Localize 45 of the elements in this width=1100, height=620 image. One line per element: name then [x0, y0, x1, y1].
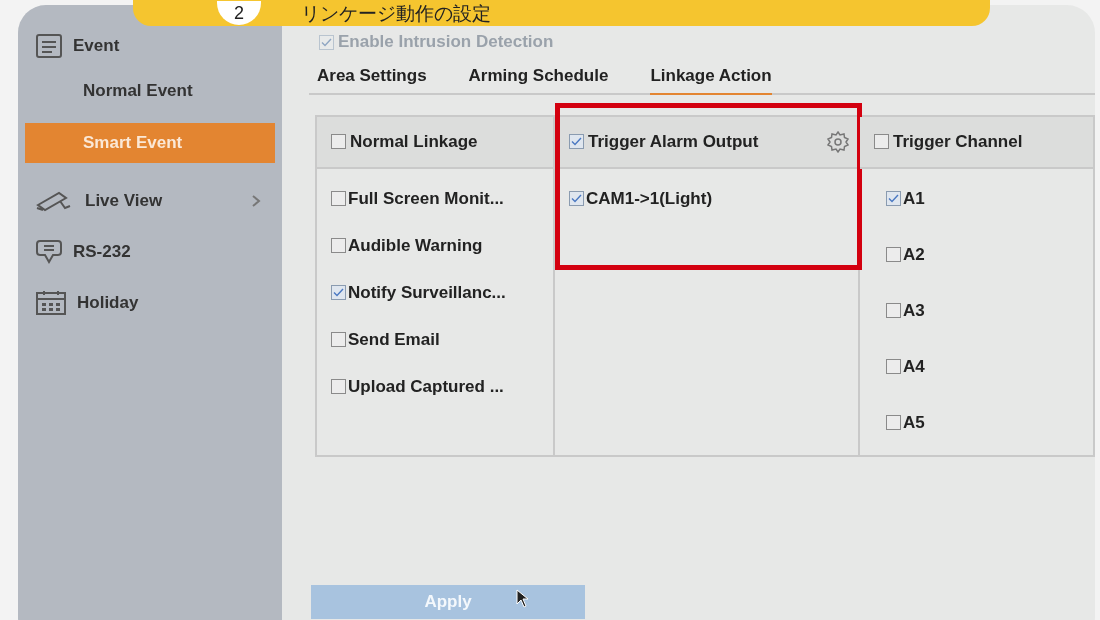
- checkbox[interactable]: [331, 332, 346, 347]
- option-label: A2: [903, 243, 925, 266]
- list-icon: [35, 33, 63, 59]
- checkbox[interactable]: [569, 134, 584, 149]
- column-title: Trigger Alarm Output: [588, 130, 759, 153]
- checkbox[interactable]: [331, 134, 346, 149]
- option-label: Notify Surveillanc...: [348, 281, 506, 304]
- sidebar-item[interactable]: Holiday: [25, 284, 275, 322]
- checkbox[interactable]: [331, 285, 346, 300]
- checkbox[interactable]: [331, 238, 346, 253]
- checkbox[interactable]: [886, 191, 901, 206]
- message-icon: [35, 238, 63, 266]
- column-title: Normal Linkage: [350, 130, 478, 153]
- tab[interactable]: Linkage Action: [650, 63, 772, 95]
- option-label: Full Screen Monit...: [348, 187, 504, 210]
- calendar-icon: [35, 290, 67, 316]
- cursor-icon: [516, 589, 530, 609]
- settings-icon[interactable]: [826, 129, 850, 154]
- option-label: Send Email: [348, 328, 440, 351]
- option-label: Upload Captured ...: [348, 375, 504, 398]
- checkbox[interactable]: [886, 415, 901, 430]
- tab[interactable]: Arming Schedule: [468, 63, 609, 95]
- sidebar-item[interactable]: RS-232: [25, 233, 275, 271]
- option-label: Audible Warning: [348, 234, 483, 257]
- sidebar-subitem[interactable]: Normal Event: [25, 71, 275, 111]
- option-label: CAM1->1(Light): [586, 187, 713, 210]
- banner-title: リンケージ動作の設定: [301, 3, 491, 23]
- checkbox[interactable]: [331, 191, 346, 206]
- checkbox[interactable]: [874, 134, 889, 149]
- option-label: Enable Intrusion Detection: [338, 31, 554, 54]
- column-title: Trigger Channel: [893, 130, 1023, 153]
- option-label: A1: [903, 187, 925, 210]
- tab[interactable]: Area Settings: [317, 63, 427, 95]
- step-number: 2: [217, 1, 261, 25]
- option-label: A4: [903, 355, 925, 378]
- checkbox[interactable]: [886, 303, 901, 318]
- option-label: A5: [903, 411, 925, 434]
- checkbox[interactable]: [331, 379, 346, 394]
- sidebar-item[interactable]: Live View: [25, 182, 275, 220]
- checkbox[interactable]: [886, 359, 901, 374]
- sidebar-item[interactable]: Event: [25, 27, 275, 65]
- checkbox[interactable]: [569, 191, 584, 206]
- checkbox[interactable]: [886, 247, 901, 262]
- option-label: A3: [903, 299, 925, 322]
- chevron-right-icon: [251, 194, 261, 208]
